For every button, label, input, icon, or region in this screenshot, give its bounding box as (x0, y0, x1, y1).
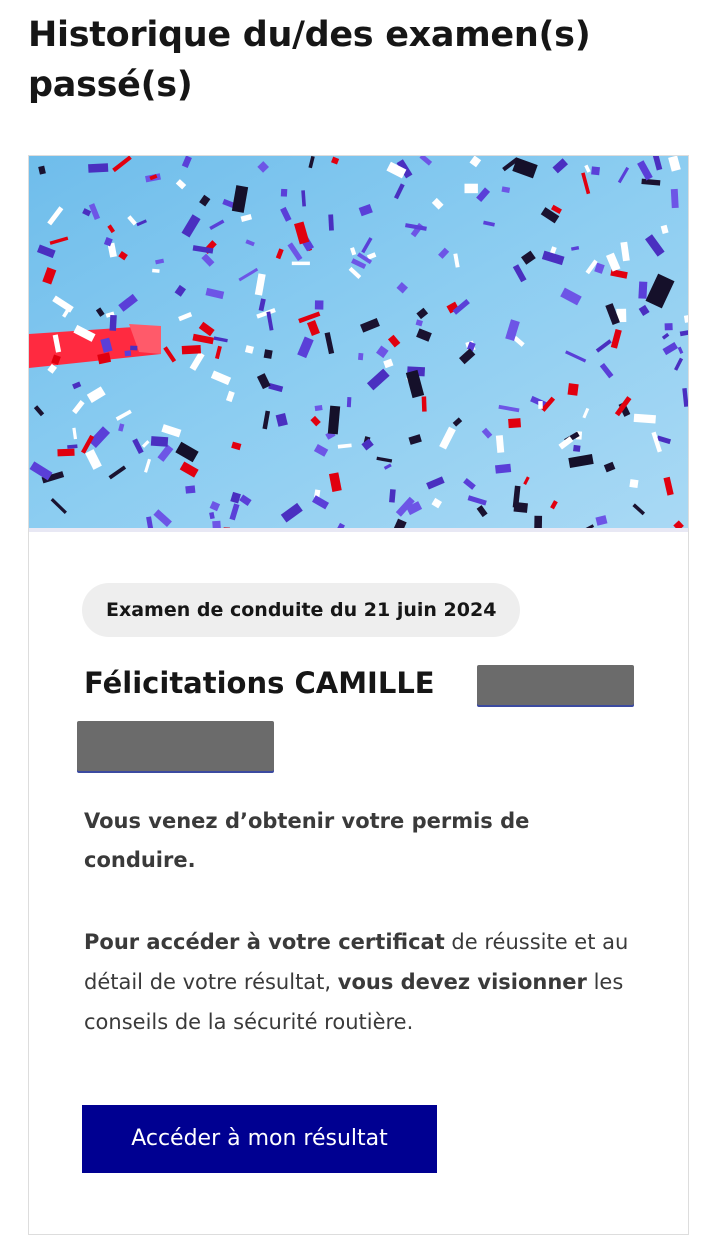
exam-date-badge: Examen de conduite du 21 juin 2024 (82, 583, 521, 637)
certificate-info-text: Pour accéder à votre certificat de réuss… (84, 922, 644, 1042)
page-title: Historique du/des examen(s) passé(s) (28, 15, 591, 105)
confetti-image (29, 156, 688, 528)
info-bold-1: Pour accéder à votre certificat (84, 930, 445, 954)
info-bold-3: vous devez visionner (337, 970, 587, 994)
card-body: Examen de conduite du 21 juin 2024 Félic… (29, 528, 688, 1228)
redacted-surname (477, 665, 634, 705)
redacted-surname-continuation (77, 721, 274, 771)
access-result-button[interactable]: Accéder à mon résultat (82, 1105, 437, 1173)
exam-result-card: Examen de conduite du 21 juin 2024 Félic… (28, 155, 689, 1235)
license-obtained-message: Vous venez d’obtenir votre permis de con… (84, 809, 530, 872)
